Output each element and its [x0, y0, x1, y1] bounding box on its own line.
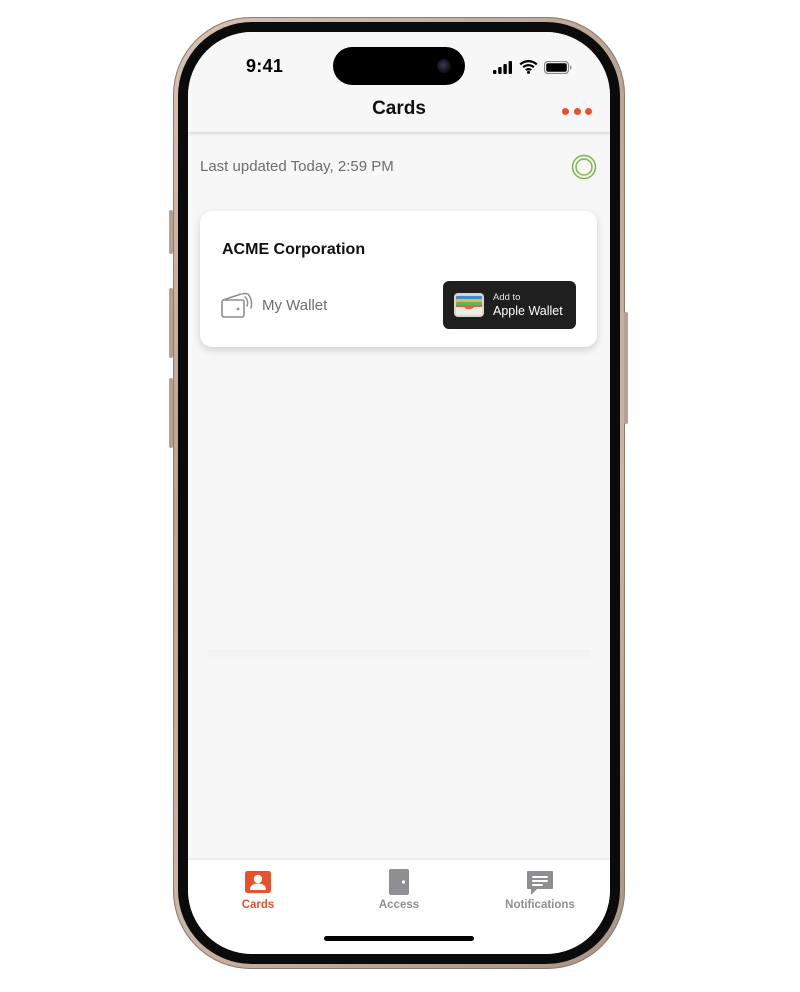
- door-icon: [389, 869, 409, 895]
- dynamic-island: [333, 47, 465, 85]
- card-title: ACME Corporation: [222, 241, 366, 258]
- apple-wallet-line2: Apple Wallet: [493, 304, 563, 318]
- id-card-icon: [245, 871, 271, 893]
- wallet-label: My Wallet: [262, 297, 328, 314]
- cellular-signal-icon: [493, 60, 512, 74]
- side-button-volume-down: [169, 378, 173, 448]
- ellipsis-horizontal-icon: [585, 107, 592, 115]
- tab-cards[interactable]: Cards: [188, 860, 328, 930]
- tab-label: Notifications: [505, 899, 575, 911]
- status-time: 9:41: [246, 56, 284, 76]
- battery-icon: [544, 60, 572, 74]
- page-title: Cards: [372, 98, 426, 119]
- last-updated-text: Last updated Today, 2:59 PM: [200, 158, 394, 175]
- contactless-wallet-icon: [221, 292, 253, 318]
- side-button-volume-up: [169, 288, 173, 358]
- wifi-icon: [519, 60, 538, 74]
- content-divider: [208, 650, 590, 662]
- tab-notifications[interactable]: Notifications: [470, 860, 610, 930]
- tab-access[interactable]: Access: [329, 860, 469, 930]
- apple-wallet-icon: [454, 293, 484, 317]
- access-card[interactable]: ACME Corporation My Wallet Add to Apple …: [200, 211, 597, 347]
- apple-wallet-line1: Add to: [493, 292, 521, 303]
- status-icons: [493, 60, 572, 74]
- more-options-button[interactable]: [562, 104, 592, 118]
- side-button-action: [169, 210, 173, 254]
- add-to-apple-wallet-button[interactable]: Add to Apple Wallet: [443, 281, 576, 329]
- tab-label: Cards: [241, 899, 275, 911]
- refresh-ring-icon[interactable]: [571, 154, 597, 180]
- home-indicator[interactable]: [324, 936, 474, 941]
- app-screen: 9:41 Cards Last updated Today, 2:59 PM A…: [188, 32, 610, 954]
- camera-icon: [437, 59, 451, 73]
- device-mockup: 9:41 Cards Last updated Today, 2:59 PM A…: [0, 0, 800, 992]
- tab-label: Access: [378, 899, 420, 911]
- message-icon: [527, 871, 553, 895]
- ellipsis-horizontal-icon: [573, 107, 581, 115]
- navigation-header: 9:41 Cards: [188, 32, 610, 132]
- side-button-power: [624, 312, 628, 424]
- ellipsis-horizontal-icon: [562, 107, 569, 115]
